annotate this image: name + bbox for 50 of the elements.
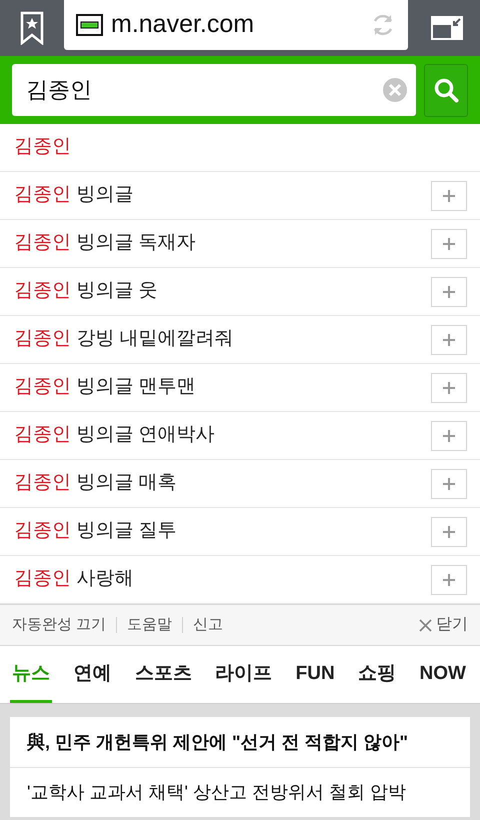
suggestion-item[interactable]: 김종인 빙의글 독재자 [14,229,196,258]
plus-icon [443,286,455,298]
suggestion-item[interactable]: 김종인 빙의글 웃 [14,277,158,306]
append-button[interactable] [431,468,467,498]
search-button[interactable] [424,64,468,116]
category-tab[interactable]: FUN [294,646,337,703]
category-tab[interactable]: 스포츠 [132,646,194,703]
plus-icon [443,574,455,586]
close-icon [419,618,432,632]
plus-icon [443,190,455,202]
close-button[interactable]: 닫기 [419,613,468,637]
suggestion-item[interactable]: 김종인 사랑해 [14,565,134,594]
append-button[interactable] [431,564,467,594]
append-button[interactable] [431,276,467,306]
suggestion-item[interactable]: 김종인 빙의글 연애박사 [14,421,215,450]
search-field[interactable]: 김종인 [12,64,416,116]
category-tab[interactable]: 쇼핑 [356,646,398,703]
suggestion-item[interactable]: 김종인 빙의글 맨투맨 [14,373,196,402]
plus-icon [443,478,455,490]
suggestion-item[interactable]: 김종인 빙의글 질투 [14,517,177,546]
url-text: m.naver.com [111,9,256,40]
suggestion-item[interactable]: 김종인 빙의글 매혹 [14,469,177,498]
news-headline[interactable]: 與, 민주 개헌특위 제안에 "선거 전 적합지 않아" [10,717,470,767]
plus-icon [443,430,455,442]
append-button[interactable] [431,420,467,450]
plus-icon [443,238,455,250]
append-button[interactable] [431,516,467,546]
bookmark-icon[interactable] [20,11,44,45]
plus-icon [443,382,455,394]
append-button[interactable] [431,372,467,402]
news-headline[interactable]: '교학사 교과서 채택' 상산고 전방위서 철회 압박 [10,767,470,817]
category-tab[interactable]: NOW [418,646,468,703]
suggestion-item[interactable]: 김종인 [14,133,71,162]
append-button[interactable] [431,324,467,354]
suggestion-item[interactable]: 김종인 강빙 내밑에깔려줘 [14,325,234,354]
search-icon [433,77,459,103]
suggestion-item[interactable]: 김종인 빙의글 [14,181,134,210]
append-button[interactable] [431,180,467,210]
append-button[interactable] [431,228,467,258]
category-tab[interactable]: 라이프 [213,646,274,703]
footer-link[interactable]: 신고 [193,614,224,636]
address-bar[interactable]: m.naver.com [64,0,408,50]
plus-icon [443,526,455,538]
category-tab[interactable]: 연예 [71,646,114,703]
site-icon [76,14,103,36]
footer-link[interactable]: 자동완성 끄기 [12,614,106,636]
clear-icon[interactable] [382,77,408,103]
plus-icon [443,334,455,346]
footer-link[interactable]: 도움말 [127,614,172,636]
window-icon[interactable] [430,15,464,41]
